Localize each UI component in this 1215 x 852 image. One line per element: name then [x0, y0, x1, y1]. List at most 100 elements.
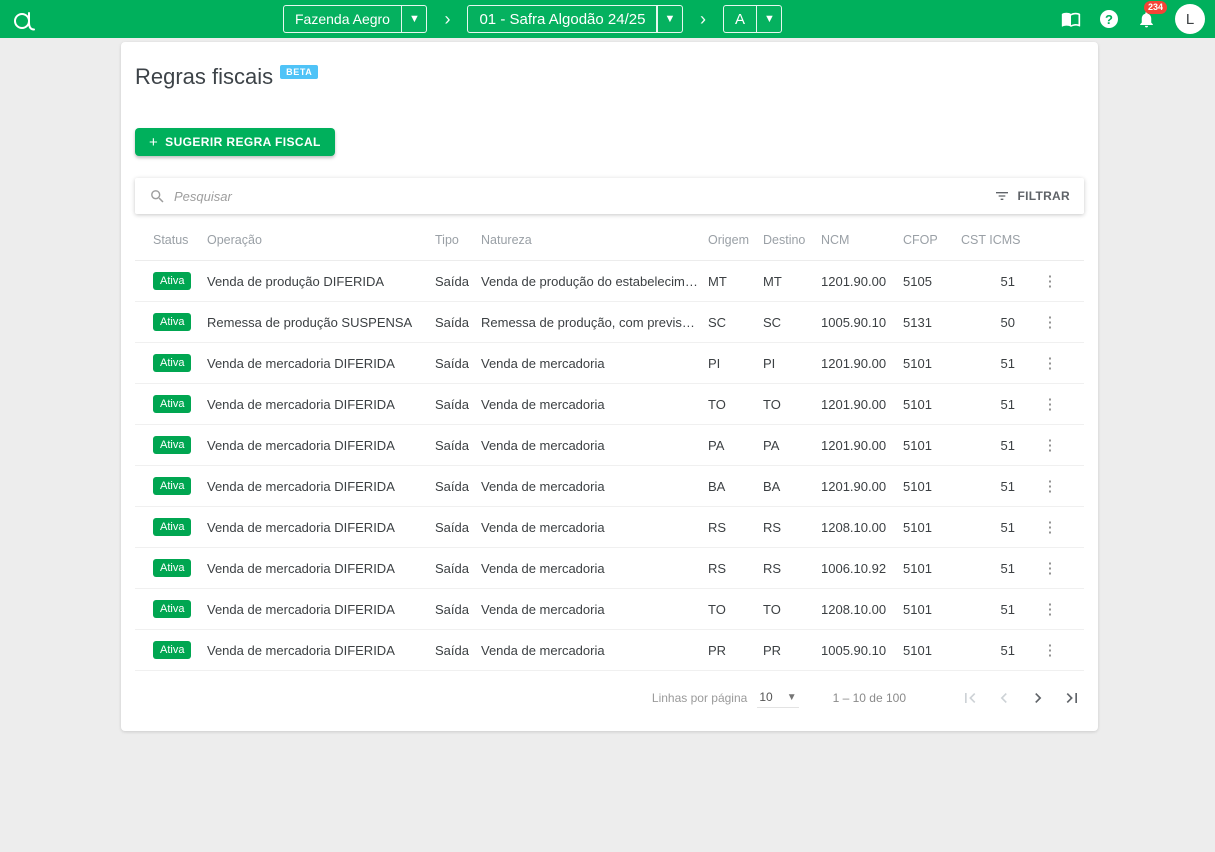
pagination-range-label: 1 – 10 de 100: [833, 691, 906, 705]
row-menu-icon[interactable]: ⋮: [1035, 474, 1067, 499]
cell-ncm: 1201.90.00: [821, 261, 903, 302]
user-avatar[interactable]: L: [1175, 4, 1205, 34]
next-page-button[interactable]: [1026, 686, 1050, 710]
cell-natureza: Venda de mercadoria: [481, 548, 708, 589]
cell-destino: TO: [763, 384, 821, 425]
cell-origem: BA: [708, 466, 763, 507]
cell-operacao: Venda de mercadoria DIFERIDA: [207, 507, 435, 548]
question-mark-glyph: ?: [1105, 12, 1113, 27]
breadcrumb-separator-icon: ›: [444, 10, 450, 28]
cell-natureza: Venda de mercadoria: [481, 466, 708, 507]
table-row[interactable]: Ativa Venda de mercadoria DIFERIDA Saída…: [135, 384, 1084, 425]
cell-natureza: Venda de produção do estabelecimento: [481, 261, 708, 302]
cell-tipo: Saída: [435, 343, 481, 384]
avatar-letter: L: [1186, 11, 1194, 28]
row-menu-icon[interactable]: ⋮: [1035, 515, 1067, 540]
cell-tipo: Saída: [435, 466, 481, 507]
row-menu-icon[interactable]: ⋮: [1035, 351, 1067, 376]
row-menu-icon[interactable]: ⋮: [1035, 310, 1067, 335]
row-menu-icon[interactable]: ⋮: [1035, 556, 1067, 581]
aegro-logo-icon[interactable]: [12, 6, 36, 32]
row-menu-icon[interactable]: ⋮: [1035, 597, 1067, 622]
filter-icon: [994, 188, 1010, 204]
cell-cfop: 5101: [903, 507, 961, 548]
row-menu-icon[interactable]: ⋮: [1035, 433, 1067, 458]
manual-book-icon[interactable]: [1061, 9, 1081, 29]
status-badge: Ativa: [153, 436, 191, 454]
table-row[interactable]: Ativa Venda de mercadoria DIFERIDA Saída…: [135, 589, 1084, 630]
cell-tipo: Saída: [435, 630, 481, 671]
cell-destino: PA: [763, 425, 821, 466]
cell-origem: RS: [708, 548, 763, 589]
chevron-down-icon[interactable]: ▼: [658, 6, 682, 32]
top-bar: Fazenda Aegro ▼ › 01 - Safra Algodão 24/…: [0, 0, 1215, 38]
help-icon[interactable]: ?: [1100, 10, 1118, 28]
column-header-destino: Destino: [763, 220, 821, 261]
cell-natureza: Venda de mercadoria: [481, 630, 708, 671]
row-menu-icon[interactable]: ⋮: [1035, 269, 1067, 294]
cell-operacao: Venda de mercadoria DIFERIDA: [207, 630, 435, 671]
cell-cst-icms: 51: [961, 548, 1023, 589]
cell-cst-icms: 51: [961, 343, 1023, 384]
table-row[interactable]: Ativa Venda de mercadoria DIFERIDA Saída…: [135, 466, 1084, 507]
previous-page-button[interactable]: [992, 686, 1016, 710]
notifications-bell-icon[interactable]: 234: [1137, 10, 1156, 29]
cell-ncm: 1005.90.10: [821, 302, 903, 343]
cell-operacao: Venda de mercadoria DIFERIDA: [207, 425, 435, 466]
column-header-actions: [1023, 220, 1084, 261]
cell-ncm: 1201.90.00: [821, 343, 903, 384]
cell-cst-icms: 51: [961, 261, 1023, 302]
last-page-button[interactable]: [1060, 686, 1084, 710]
table-row[interactable]: Ativa Venda de produção DIFERIDA Saída V…: [135, 261, 1084, 302]
suggest-button-label: SUGERIR REGRA FISCAL: [165, 135, 321, 149]
breadcrumb: Fazenda Aegro ▼ › 01 - Safra Algodão 24/…: [283, 5, 782, 33]
cell-ncm: 1208.10.00: [821, 589, 903, 630]
cell-cfop: 5131: [903, 302, 961, 343]
cell-destino: PI: [763, 343, 821, 384]
farm-selector[interactable]: Fazenda Aegro ▼: [283, 5, 427, 33]
table-row[interactable]: Ativa Remessa de produção SUSPENSA Saída…: [135, 302, 1084, 343]
cell-origem: PA: [708, 425, 763, 466]
first-page-button[interactable]: [958, 686, 982, 710]
row-menu-icon[interactable]: ⋮: [1035, 638, 1067, 663]
cell-origem: TO: [708, 589, 763, 630]
plot-selector[interactable]: A ▼: [723, 5, 783, 33]
cell-operacao: Venda de mercadoria DIFERIDA: [207, 548, 435, 589]
suggest-fiscal-rule-button[interactable]: + SUGERIR REGRA FISCAL: [135, 128, 335, 156]
cell-natureza: Venda de mercadoria: [481, 384, 708, 425]
column-header-tipo: Tipo: [435, 220, 481, 261]
cell-natureza: Venda de mercadoria: [481, 343, 708, 384]
cell-ncm: 1006.10.92: [821, 548, 903, 589]
cell-ncm: 1201.90.00: [821, 425, 903, 466]
cell-cfop: 5101: [903, 548, 961, 589]
table-row[interactable]: Ativa Venda de mercadoria DIFERIDA Saída…: [135, 630, 1084, 671]
harvest-selector[interactable]: 01 - Safra Algodão 24/25 ▼: [467, 5, 682, 33]
chevron-down-icon[interactable]: ▼: [402, 6, 426, 32]
search-input[interactable]: [174, 189, 994, 204]
status-badge: Ativa: [153, 559, 191, 577]
column-header-operacao: Operação: [207, 220, 435, 261]
cell-operacao: Remessa de produção SUSPENSA: [207, 302, 435, 343]
table-row[interactable]: Ativa Venda de mercadoria DIFERIDA Saída…: [135, 507, 1084, 548]
cell-destino: MT: [763, 261, 821, 302]
cell-destino: RS: [763, 507, 821, 548]
cell-natureza: Remessa de produção, com previsão aju...: [481, 302, 708, 343]
table-row[interactable]: Ativa Venda de mercadoria DIFERIDA Saída…: [135, 343, 1084, 384]
cell-cst-icms: 51: [961, 589, 1023, 630]
rows-per-page-select[interactable]: 10 ▼: [757, 688, 798, 708]
filter-button[interactable]: FILTRAR: [994, 188, 1070, 204]
cell-tipo: Saída: [435, 589, 481, 630]
search-bar: FILTRAR: [135, 178, 1084, 214]
chevron-down-icon[interactable]: ▼: [757, 6, 781, 32]
table-row[interactable]: Ativa Venda de mercadoria DIFERIDA Saída…: [135, 548, 1084, 589]
cell-destino: TO: [763, 589, 821, 630]
cell-cst-icms: 50: [961, 302, 1023, 343]
cell-operacao: Venda de mercadoria DIFERIDA: [207, 384, 435, 425]
table-row[interactable]: Ativa Venda de mercadoria DIFERIDA Saída…: [135, 425, 1084, 466]
cell-destino: BA: [763, 466, 821, 507]
cell-origem: TO: [708, 384, 763, 425]
cell-destino: SC: [763, 302, 821, 343]
cell-cst-icms: 51: [961, 466, 1023, 507]
cell-tipo: Saída: [435, 302, 481, 343]
row-menu-icon[interactable]: ⋮: [1035, 392, 1067, 417]
